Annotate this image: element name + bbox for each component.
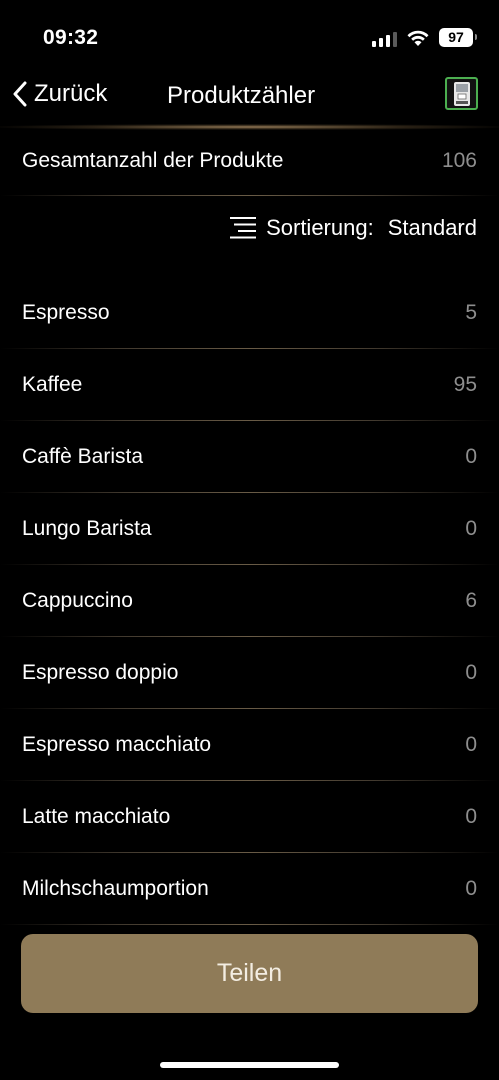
status-bar: 09:32 97 <box>0 0 499 70</box>
list-item: Cappuccino 6 <box>0 565 499 637</box>
list-item: Latte macchiato 0 <box>0 781 499 853</box>
product-name: Espresso doppio <box>22 661 179 684</box>
list-item: Milchschaumportion 0 <box>0 853 499 925</box>
product-count: 0 <box>465 805 477 828</box>
product-name: Espresso macchiato <box>22 733 212 756</box>
product-count: 0 <box>465 445 477 468</box>
status-time: 09:32 <box>43 26 99 49</box>
battery-icon: 97 <box>439 28 477 47</box>
back-label: Zurück <box>34 80 108 107</box>
back-button[interactable]: Zurück <box>12 80 107 108</box>
total-products-label: Gesamtanzahl der Produkte <box>22 149 284 172</box>
device-button[interactable] <box>445 77 478 110</box>
product-name: Latte macchiato <box>22 805 171 828</box>
divider <box>0 195 499 196</box>
home-indicator[interactable] <box>160 1062 339 1068</box>
product-list: Espresso 5 Kaffee 95 Caffè Barista 0 Lun… <box>0 277 499 925</box>
product-name: Caffè Barista <box>22 445 144 468</box>
product-count: 0 <box>465 661 477 684</box>
sort-value: Standard <box>387 215 477 240</box>
sort-lines-icon <box>230 217 257 239</box>
product-count: 95 <box>453 373 477 396</box>
sort-control[interactable]: Sortierung: Standard <box>230 215 477 241</box>
wifi-icon <box>407 30 429 46</box>
product-name: Cappuccino <box>22 589 133 612</box>
nav-bar: Zurück Produktzähler <box>0 70 499 122</box>
product-count: 6 <box>465 589 477 612</box>
product-count: 0 <box>465 517 477 540</box>
sort-label: Sortierung: <box>266 215 374 240</box>
total-products-row: Gesamtanzahl der Produkte 106 <box>0 130 499 196</box>
list-item: Espresso doppio 0 <box>0 637 499 709</box>
list-item: Espresso 5 <box>0 277 499 349</box>
chevron-left-icon <box>13 81 27 107</box>
list-item: Kaffee 95 <box>0 349 499 421</box>
share-button[interactable]: Teilen <box>21 934 478 1013</box>
list-item: Espresso macchiato 0 <box>0 709 499 781</box>
list-item: Caffè Barista 0 <box>0 421 499 493</box>
coffee-machine-icon <box>453 81 470 106</box>
signal-icon <box>372 29 397 47</box>
divider <box>0 924 499 925</box>
product-name: Kaffee <box>22 373 83 396</box>
total-products-value: 106 <box>441 149 477 172</box>
product-count: 0 <box>465 877 477 900</box>
product-name: Milchschaumportion <box>22 877 209 900</box>
product-name: Lungo Barista <box>22 517 152 540</box>
status-icons: 97 <box>372 28 477 47</box>
list-item: Lungo Barista 0 <box>0 493 499 565</box>
product-count: 0 <box>465 733 477 756</box>
product-name: Espresso <box>22 301 110 324</box>
page-title: Produktzähler <box>167 82 316 109</box>
product-count: 5 <box>465 301 477 324</box>
